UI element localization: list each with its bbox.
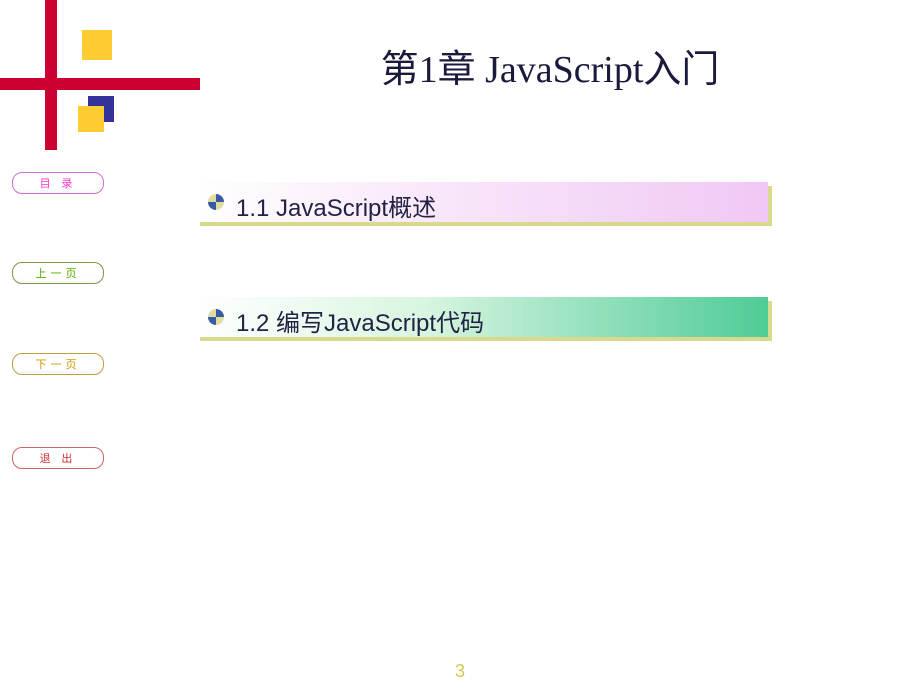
toc-button-label: 目 录 (40, 175, 77, 191)
prev-page-button[interactable]: 上一页 (12, 262, 104, 284)
bullet-icon (208, 194, 224, 210)
section-2-text: 1.2 编写JavaScript代码 (236, 303, 484, 338)
section-1-text: 1.1 JavaScript概述 (236, 188, 436, 223)
section-2-link[interactable]: 1.2 编写JavaScript代码 (196, 297, 768, 337)
decor-yellow-square-bottom (78, 106, 104, 132)
next-page-label: 下一页 (36, 356, 81, 372)
page-number: 3 (0, 661, 920, 682)
page-title: 第1章 JavaScript入门 (200, 38, 900, 93)
prev-page-label: 上一页 (36, 265, 81, 281)
decor-red-horizontal (0, 78, 200, 90)
decor-yellow-square-top (82, 30, 112, 60)
bullet-icon (208, 309, 224, 325)
exit-button[interactable]: 退 出 (12, 447, 104, 469)
decor-red-vertical (45, 0, 57, 150)
toc-button[interactable]: 目 录 (12, 172, 104, 194)
next-page-button[interactable]: 下一页 (12, 353, 104, 375)
section-1-link[interactable]: 1.1 JavaScript概述 (196, 182, 768, 222)
exit-button-label: 退 出 (40, 450, 77, 466)
